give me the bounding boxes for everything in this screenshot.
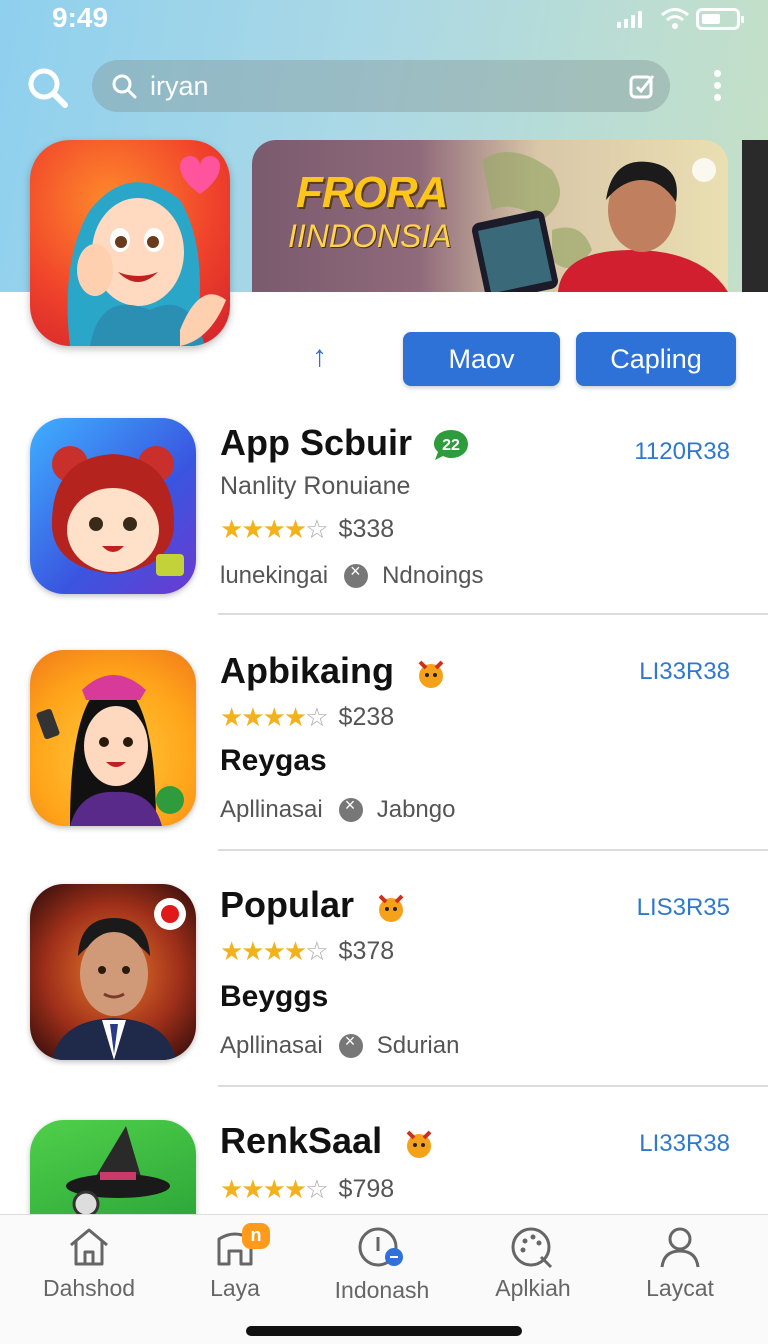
more-options-icon[interactable] xyxy=(710,70,724,104)
nav-label: Laycat xyxy=(646,1275,714,1301)
rating: ★★★★☆ $238 xyxy=(220,702,394,733)
app-code[interactable]: LIS3R35 xyxy=(560,894,730,922)
app-meta: Apllinasai Jabngo xyxy=(220,795,456,824)
app-price: $338 xyxy=(338,515,395,543)
next-banner-preview[interactable] xyxy=(742,140,768,292)
nav-item-dashboard[interactable]: Dahshod xyxy=(14,1225,164,1302)
promo-banner[interactable]: FRORA IINDONSIA xyxy=(252,140,728,292)
divider xyxy=(218,849,768,851)
status-bar: 9:49 xyxy=(0,0,768,40)
app-name-text: Popular xyxy=(220,884,355,925)
dot-icon xyxy=(344,561,369,588)
star-rating-icon: ★★★★☆ xyxy=(220,702,329,732)
maov-button[interactable]: Maov xyxy=(403,332,560,386)
rating: ★★★★☆ $798 xyxy=(220,1174,394,1205)
search-input[interactable] xyxy=(150,68,570,104)
dot-icon xyxy=(338,1031,363,1058)
featured-app-icon[interactable] xyxy=(30,140,230,346)
app-meta: lunekingai Ndnoings xyxy=(220,561,484,590)
app-name-text: Apbikaing xyxy=(220,650,395,691)
nav-label: Laya xyxy=(210,1275,260,1301)
divider xyxy=(218,1085,768,1087)
meta-left: Apllinasai xyxy=(220,1032,323,1059)
nav-label: Aplkiah xyxy=(495,1275,571,1301)
edit-icon[interactable] xyxy=(628,72,656,100)
mascot-badge-icon xyxy=(406,1131,432,1159)
info-icon xyxy=(358,1227,403,1267)
meta-right: Ndnoings xyxy=(382,562,484,589)
man-portrait-icon xyxy=(52,898,186,1060)
app-icon xyxy=(30,650,196,826)
app-name: RenkSaal xyxy=(220,1120,436,1162)
signal-icon xyxy=(617,10,642,28)
star-rating-icon: ★★★★☆ xyxy=(220,1174,329,1204)
star-rating-icon: ★★★★☆ xyxy=(220,936,329,966)
search-bar[interactable] xyxy=(92,60,670,112)
meta-left: Apllinasai xyxy=(220,796,323,823)
app-icon xyxy=(30,884,196,1060)
chat-badge-count: 22 xyxy=(442,437,460,454)
mascot-badge-icon xyxy=(378,895,404,923)
nav-item-indonash[interactable]: Indonash xyxy=(307,1225,457,1304)
app-name: Popular xyxy=(220,884,408,926)
app-meta: Apllinasai Sdurian xyxy=(220,1031,460,1060)
nav-item-laycat[interactable]: Laycat xyxy=(605,1225,755,1302)
app-name: Apbikaing xyxy=(220,650,448,692)
home-indicator[interactable] xyxy=(246,1326,522,1336)
divider xyxy=(218,613,768,615)
app-code[interactable]: LI33R38 xyxy=(560,1130,730,1158)
app-subtitle: Reygas xyxy=(220,744,327,777)
wifi-icon xyxy=(661,8,689,29)
home-icon xyxy=(70,1228,108,1266)
selfie-girl-icon xyxy=(36,675,184,826)
arrow-up-icon[interactable]: ↑ xyxy=(312,340,327,374)
app-price: $238 xyxy=(338,703,395,731)
capling-button[interactable]: Capling xyxy=(576,332,736,386)
profile-icon xyxy=(660,1227,700,1268)
dot-icon xyxy=(338,795,363,822)
app-name: App Scbuir 22 xyxy=(220,422,470,464)
meta-right: Jabngo xyxy=(376,796,456,823)
bottom-nav: Dahshod n Laya Indonash Aplkiah Laycat xyxy=(0,1214,768,1344)
witch-hat-icon xyxy=(66,1126,170,1216)
chat-badge-icon: 22 xyxy=(434,430,469,461)
rating: ★★★★☆ $378 xyxy=(220,936,394,967)
banner-subtitle: IINDONSIA xyxy=(288,218,452,254)
app-price: $798 xyxy=(338,1175,395,1203)
bear-girl-icon xyxy=(51,446,184,576)
app-subtitle: Beyggs xyxy=(220,980,329,1013)
search-field-icon xyxy=(112,74,137,99)
nav-item-laya[interactable]: n Laya xyxy=(160,1223,310,1302)
app-name-text: RenkSaal xyxy=(220,1120,383,1161)
battery-icon xyxy=(696,8,744,30)
app-icon xyxy=(30,418,196,594)
app-subtitle: Nanlity Ronuiane xyxy=(220,472,411,500)
notification-badge: n xyxy=(242,1223,270,1249)
rating: ★★★★☆ $338 xyxy=(220,514,394,545)
hijab-avatar-icon xyxy=(67,156,226,346)
app-price: $378 xyxy=(338,937,395,965)
app-code[interactable]: LI33R38 xyxy=(560,658,730,686)
mascot-badge-icon xyxy=(418,661,444,689)
status-time: 9:49 xyxy=(52,2,109,33)
nav-item-aplkiah[interactable]: Aplkiah xyxy=(458,1225,608,1302)
star-rating-icon: ★★★★☆ xyxy=(220,514,329,544)
nav-label: Dahshod xyxy=(42,1275,136,1301)
search-icon[interactable] xyxy=(26,66,70,110)
app-name-text: App Scbuir xyxy=(220,422,413,463)
app-code[interactable]: 1120R38 xyxy=(560,438,730,466)
banner-title: FRORA xyxy=(296,168,448,217)
palette-icon xyxy=(511,1227,553,1269)
nav-label: Indonash xyxy=(334,1277,430,1303)
meta-left: lunekingai xyxy=(220,562,329,589)
meta-right: Sdurian xyxy=(376,1032,460,1059)
app-icon xyxy=(30,1120,196,1216)
